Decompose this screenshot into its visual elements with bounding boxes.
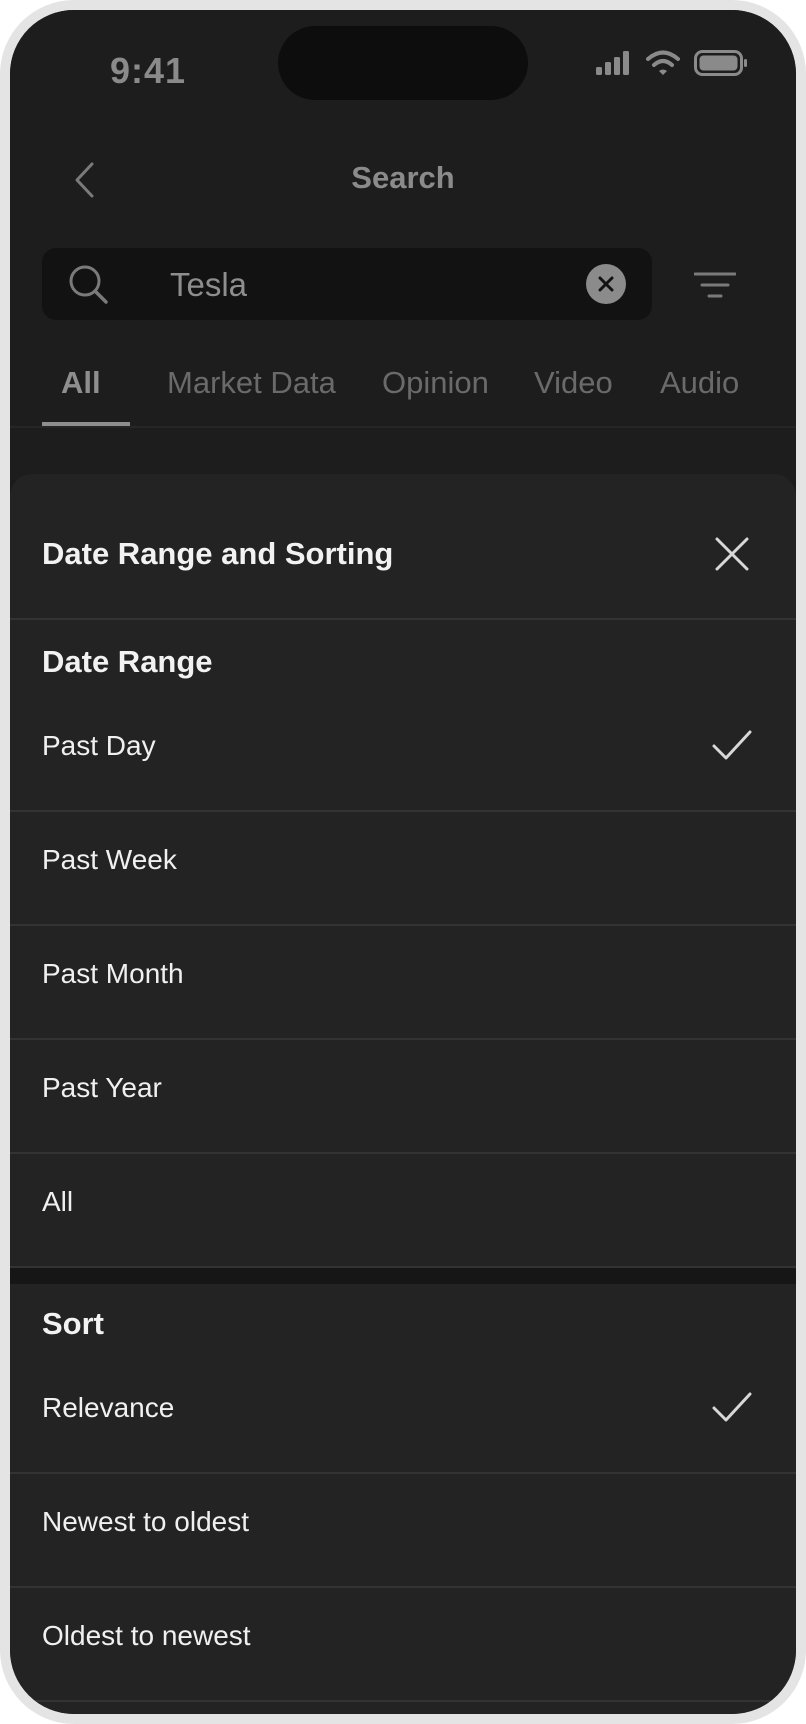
- page-title: Search: [351, 160, 455, 195]
- cellular-signal-icon: [596, 51, 629, 75]
- option-label: Oldest to newest: [42, 1620, 251, 1651]
- date-range-sorting-sheet: Date Range and Sorting Date Range Past D…: [10, 474, 796, 1714]
- checkmark-icon: [712, 730, 752, 760]
- close-icon: [598, 276, 614, 292]
- category-tabs: All Market Data Opinion Video Audio: [10, 365, 796, 425]
- checkmark-icon: [712, 1392, 752, 1422]
- divider: [10, 618, 796, 620]
- phone-screen: 9:41 Search Tesla All Market Data Opinio…: [10, 10, 796, 1714]
- sheet-title: Date Range and Sorting: [42, 536, 394, 571]
- search-input[interactable]: Tesla: [42, 248, 652, 320]
- date-option-past-day[interactable]: Past Day: [10, 698, 796, 810]
- tab-all[interactable]: All: [61, 365, 101, 401]
- clear-search-button[interactable]: [586, 264, 626, 304]
- dynamic-island: [278, 26, 528, 100]
- date-option-all[interactable]: All: [10, 1154, 796, 1266]
- date-option-past-month[interactable]: Past Month: [10, 926, 796, 1038]
- sort-option-newest[interactable]: Newest to oldest: [10, 1474, 796, 1586]
- tab-market-data[interactable]: Market Data: [167, 365, 336, 401]
- section-separator: [10, 1268, 796, 1284]
- date-range-heading: Date Range: [42, 644, 213, 679]
- filter-button[interactable]: [690, 262, 740, 308]
- filter-icon: [694, 272, 736, 298]
- option-label: Relevance: [42, 1392, 175, 1423]
- tabs-divider: [10, 426, 796, 428]
- option-label: All: [42, 1186, 74, 1217]
- option-label: Past Week: [42, 844, 177, 875]
- status-icons: [596, 50, 748, 76]
- search-icon: [69, 265, 108, 304]
- tab-video[interactable]: Video: [534, 365, 613, 401]
- battery-icon: [694, 50, 747, 76]
- option-label: Newest to oldest: [42, 1506, 249, 1537]
- date-option-past-year[interactable]: Past Year: [10, 1040, 796, 1152]
- search-query: Tesla: [170, 266, 248, 303]
- status-time: 9:41: [110, 50, 187, 91]
- sort-heading: Sort: [42, 1306, 104, 1341]
- tab-audio[interactable]: Audio: [660, 365, 739, 401]
- wifi-icon: [646, 50, 680, 75]
- tab-opinion[interactable]: Opinion: [382, 365, 489, 401]
- close-sheet-button[interactable]: [710, 532, 754, 576]
- sort-option-oldest[interactable]: Oldest to newest: [10, 1588, 796, 1700]
- option-label: Past Day: [42, 730, 156, 761]
- date-option-past-week[interactable]: Past Week: [10, 812, 796, 924]
- divider: [10, 1700, 796, 1702]
- option-label: Past Month: [42, 958, 184, 989]
- sort-option-relevance[interactable]: Relevance: [10, 1360, 796, 1472]
- option-label: Past Year: [42, 1072, 162, 1103]
